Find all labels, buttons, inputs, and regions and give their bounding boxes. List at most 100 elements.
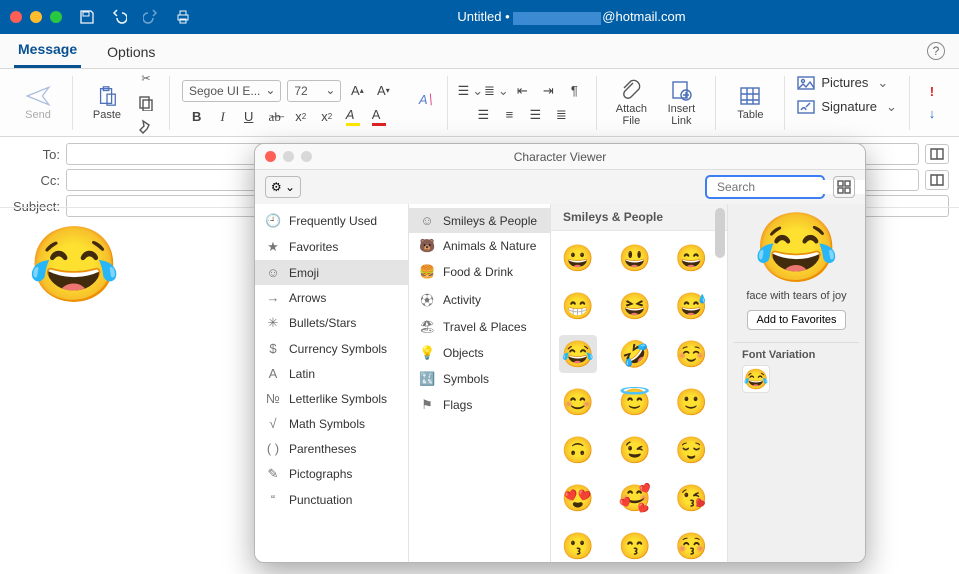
cv-emoji-cell[interactable]: 🙃 [559,431,597,469]
category-label: Math Symbols [289,417,365,431]
cv-category-item[interactable]: ✳︎Bullets/Stars [255,310,408,336]
cv-subcategory-item[interactable]: ⚽︎Activity [409,285,550,314]
cv-emoji-cell[interactable]: 😃 [616,239,654,277]
tab-options[interactable]: Options [103,36,159,68]
cv-emoji-cell[interactable]: 😘 [672,479,710,517]
cv-search-field[interactable] [705,175,825,199]
cv-emoji-cell[interactable]: 😗 [559,527,597,562]
cv-emoji-cell[interactable]: 😌 [672,431,710,469]
cv-settings-button[interactable]: ⚙︎ ⌄ [265,176,301,198]
cv-emoji-cell[interactable]: 🤣 [616,335,654,373]
highlight-color-button[interactable]: A [343,108,363,126]
bullets-button[interactable]: ☰ [460,82,480,100]
redo-icon[interactable] [140,7,162,27]
copy-icon[interactable] [135,93,157,113]
close-window-button[interactable] [10,11,22,23]
insert-link-button[interactable]: Insert Link [659,74,703,132]
shrink-font-icon[interactable]: A▾ [373,82,393,100]
cv-category-item[interactable]: →Arrows [255,285,408,310]
cv-subcategory-item[interactable]: 🐻Animals & Nature [409,233,550,259]
cv-category-item[interactable]: ALatin [255,361,408,386]
font-select[interactable]: Segoe UI E... [182,80,281,102]
cv-emoji-cell[interactable]: 😙 [616,527,654,562]
priority-low-icon[interactable]: ↓ [922,105,942,123]
cv-emoji-cell[interactable]: 😇 [616,383,654,421]
cv-subcategory-item[interactable]: 🏖Travel & Places [409,314,550,340]
cv-emoji-cell[interactable]: 😁 [559,287,597,325]
cv-close-button[interactable] [265,151,276,162]
paragraph-marks-icon[interactable]: ¶ [564,82,584,100]
subscript-button[interactable]: x2 [291,108,311,126]
italic-button[interactable]: I [213,108,233,126]
save-icon[interactable] [76,7,98,27]
help-icon[interactable]: ? [927,42,945,60]
cv-emoji-cell[interactable]: 😉 [616,431,654,469]
attach-file-button[interactable]: Attach File [609,74,653,132]
cv-category-item[interactable]: ☺︎Emoji [255,260,408,285]
cv-emoji-cell[interactable]: 🙂 [672,383,710,421]
cv-layout-toggle[interactable] [833,176,855,198]
cv-title: Character Viewer [514,150,606,164]
cv-subcategory-item[interactable]: 💡Objects [409,340,550,366]
grow-font-icon[interactable]: A▴ [347,82,367,100]
superscript-button[interactable]: x2 [317,108,337,126]
bold-button[interactable]: B [187,108,207,126]
align-left-button[interactable]: ☰ [473,106,493,124]
cv-emoji-cell[interactable]: 🥰 [616,479,654,517]
undo-icon[interactable] [108,7,130,27]
cut-icon[interactable]: ✂︎ [135,69,157,89]
cv-emoji-cell[interactable]: 😅 [672,287,710,325]
cv-subcategory-item[interactable]: ⚑Flags [409,392,550,418]
justify-button[interactable]: ≣ [551,106,571,124]
strikethrough-button[interactable]: a̶b̶ [265,108,285,126]
underline-button[interactable]: U [239,108,259,126]
tab-message[interactable]: Message [14,33,81,68]
cv-emoji-cell[interactable]: 😄 [672,239,710,277]
signature-menu[interactable]: Signature [797,99,897,115]
cv-category-item[interactable]: ✎Pictographs [255,461,408,487]
cv-emoji-cell[interactable]: 😍 [559,479,597,517]
cc-contacts-button[interactable] [925,170,949,190]
cv-add-favorites-button[interactable]: Add to Favorites [747,310,845,330]
outdent-button[interactable]: ⇤ [512,82,532,100]
cv-emoji-cell[interactable]: 😂 [559,335,597,373]
cv-variation-cell[interactable]: 😂 [742,365,770,393]
zoom-window-button[interactable] [50,11,62,23]
format-painter-icon[interactable] [135,117,157,137]
minimize-window-button[interactable] [30,11,42,23]
cv-category-item[interactable]: √Math Symbols [255,411,408,436]
subcategory-label: Symbols [443,372,489,386]
pictures-menu[interactable]: Pictures [797,75,893,91]
cv-emoji-cell[interactable]: 😆 [616,287,654,325]
cv-emoji-cell[interactable]: ☺️ [672,335,710,373]
category-label: Bullets/Stars [289,316,356,330]
font-color-button[interactable]: A [369,108,389,126]
priority-high-icon[interactable]: ! [922,83,942,101]
cv-emoji-cell[interactable]: 😀 [559,239,597,277]
category-label: Arrows [289,291,326,305]
subcategory-label: Activity [443,293,481,307]
table-button[interactable]: Table [728,74,772,132]
clear-format-icon[interactable]: A⧹ [415,91,435,109]
cv-category-item[interactable]: №Letterlike Symbols [255,386,408,411]
indent-button[interactable]: ⇥ [538,82,558,100]
cv-category-item[interactable]: 🕘Frequently Used [255,208,408,234]
cv-scrollbar[interactable] [715,208,725,258]
to-contacts-button[interactable] [925,144,949,164]
cv-category-item[interactable]: $Currency Symbols [255,336,408,361]
cv-emoji-cell[interactable]: 😊 [559,383,597,421]
paste-button[interactable]: Paste [85,74,129,132]
send-button[interactable]: Send [16,74,60,132]
cv-subcategory-item[interactable]: 🔣Symbols [409,366,550,392]
numbering-button[interactable]: ≣ [486,82,506,100]
cv-category-item[interactable]: ( )Parentheses [255,436,408,461]
align-center-button[interactable]: ≡ [499,106,519,124]
font-size-select[interactable]: 72 [287,80,341,102]
cv-subcategory-item[interactable]: ☺︎Smileys & People [409,208,550,233]
cv-emoji-cell[interactable]: 😚 [672,527,710,562]
print-icon[interactable] [172,7,194,27]
cv-category-item[interactable]: “ Punctuation [255,487,408,512]
align-right-button[interactable]: ☰ [525,106,545,124]
cv-subcategory-item[interactable]: 🍔Food & Drink [409,259,550,285]
cv-category-item[interactable]: ★Favorites [255,234,408,260]
